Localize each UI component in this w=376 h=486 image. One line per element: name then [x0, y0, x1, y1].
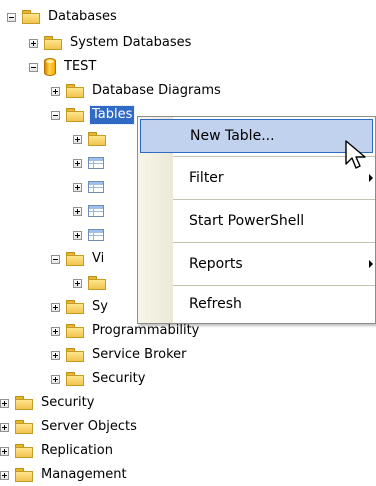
- menu-item-start-powershell[interactable]: Start PowerShell: [138, 204, 375, 238]
- tree-node-label: Service Broker: [92, 347, 187, 362]
- expand-icon[interactable]: [73, 230, 82, 240]
- tree-node-security-server[interactable]: Security: [0, 392, 96, 414]
- expand-icon[interactable]: [73, 206, 82, 216]
- menu-item-label: Reports: [189, 256, 243, 272]
- folder-icon: [44, 36, 62, 50]
- tree-node-label-selected: Tables: [88, 105, 136, 125]
- tree-node-table-child[interactable]: [73, 152, 110, 174]
- expand-icon[interactable]: [0, 446, 9, 456]
- tree-node-server-objects[interactable]: Server Objects: [0, 416, 139, 438]
- expand-icon[interactable]: [73, 182, 82, 192]
- tree-node-table-child[interactable]: [73, 128, 112, 150]
- folder-icon: [66, 252, 84, 266]
- expand-icon[interactable]: [29, 38, 38, 48]
- folder-icon: [15, 444, 33, 458]
- table-icon: [88, 157, 104, 169]
- tree-node-service-broker[interactable]: Service Broker: [51, 344, 189, 366]
- tree-node-label: Security: [92, 371, 146, 386]
- table-icon: [88, 229, 104, 241]
- menu-item-filter[interactable]: Filter: [138, 161, 375, 195]
- expand-icon[interactable]: [51, 374, 60, 384]
- tree-node-replication[interactable]: Replication: [0, 440, 115, 462]
- expand-icon[interactable]: [51, 350, 60, 360]
- tree-node-label: Replication: [41, 443, 113, 458]
- menu-item-new-table[interactable]: New Table...: [140, 119, 373, 153]
- expand-icon[interactable]: [51, 326, 60, 336]
- tree-node-label: System Databases: [70, 35, 192, 50]
- menu-item-reports[interactable]: Reports: [138, 247, 375, 281]
- menu-separator: [173, 242, 375, 243]
- folder-icon: [15, 468, 33, 482]
- folder-icon: [15, 396, 33, 410]
- menu-item-label: New Table...: [190, 128, 275, 144]
- table-icon: [88, 205, 104, 217]
- expand-icon[interactable]: [0, 398, 9, 408]
- folder-icon: [66, 324, 84, 338]
- menu-separator: [173, 199, 375, 200]
- expand-icon[interactable]: [0, 422, 9, 432]
- tree-node-databases[interactable]: Databases: [7, 6, 119, 28]
- expand-icon[interactable]: [73, 134, 82, 144]
- expand-icon[interactable]: [73, 158, 82, 168]
- expand-icon[interactable]: [51, 86, 60, 96]
- tree-node-management[interactable]: Management: [0, 464, 129, 486]
- folder-icon: [15, 420, 33, 434]
- menu-separator: [173, 285, 375, 286]
- table-icon: [88, 181, 104, 193]
- expand-icon[interactable]: [51, 302, 60, 312]
- tree-node-views[interactable]: Vi: [51, 248, 108, 270]
- context-menu: New Table... Filter Start PowerShell Rep…: [137, 116, 376, 324]
- menu-item-label: Filter: [189, 170, 224, 186]
- mouse-pointer-icon: [345, 140, 366, 169]
- tree-node-system-databases[interactable]: System Databases: [29, 32, 193, 54]
- tree-node-label: Programmability: [92, 323, 200, 338]
- collapse-icon[interactable]: [7, 12, 16, 22]
- collapse-icon[interactable]: [51, 254, 60, 264]
- menu-item-label: Start PowerShell: [189, 213, 305, 229]
- tree-node-table-child[interactable]: [73, 224, 110, 246]
- tree-node-test-database[interactable]: TEST: [29, 56, 98, 78]
- tree-node-table-child[interactable]: [73, 200, 110, 222]
- tree-node-label: Databases: [48, 9, 117, 24]
- tree-node-label: Management: [41, 467, 127, 482]
- folder-icon: [66, 372, 84, 386]
- expand-icon[interactable]: [0, 470, 9, 480]
- tree-node-label: TEST: [64, 59, 97, 74]
- menu-item-label: Refresh: [189, 296, 242, 312]
- expand-icon[interactable]: [73, 278, 82, 288]
- submenu-arrow-icon: [369, 174, 373, 182]
- tree-node-view-child[interactable]: [73, 272, 112, 294]
- folder-icon: [66, 348, 84, 362]
- tree-node-tables[interactable]: Tables: [51, 104, 136, 126]
- tree-node-synonyms[interactable]: Sy: [51, 296, 108, 318]
- tree-node-database-diagrams[interactable]: Database Diagrams: [51, 80, 223, 102]
- folder-icon: [88, 132, 106, 146]
- submenu-arrow-icon: [369, 260, 373, 268]
- tree-node-label: Vi: [92, 251, 105, 266]
- collapse-icon[interactable]: [51, 110, 60, 120]
- tree-node-label: Security: [41, 395, 95, 410]
- folder-icon: [22, 10, 40, 24]
- folder-icon: [66, 84, 84, 98]
- folder-icon: [88, 276, 106, 290]
- tree-node-label: Sy: [92, 299, 108, 314]
- database-icon: [44, 58, 56, 76]
- folder-icon: [66, 300, 84, 314]
- tree-node-label: Server Objects: [41, 419, 137, 434]
- tree-node-security-database[interactable]: Security: [51, 368, 147, 390]
- collapse-icon[interactable]: [29, 62, 38, 72]
- tree-node-table-child[interactable]: [73, 176, 110, 198]
- folder-icon: [66, 108, 84, 122]
- tree-node-label: Database Diagrams: [92, 83, 221, 98]
- menu-item-refresh[interactable]: Refresh: [138, 287, 375, 321]
